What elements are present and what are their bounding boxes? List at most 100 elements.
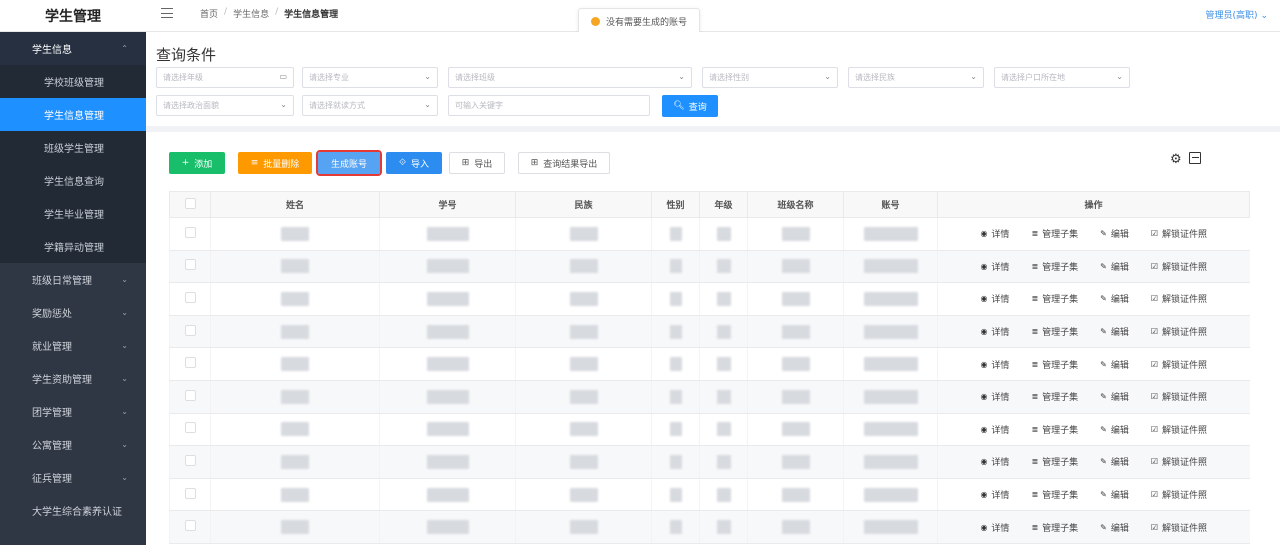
unlock-photo-action[interactable]: ☑ 解锁证件照 [1151,521,1207,534]
edit-action[interactable]: ✎ 编辑 [1100,358,1129,371]
sidebar-group[interactable]: 征兵管理 ⌄ [0,461,146,494]
table-row[interactable]: ◉ 详情 ≣ 管理子集 ✎ 编辑 ☑ 解锁证件照 [169,250,1250,284]
details-action[interactable]: ◉ 详情 [980,488,1009,501]
row-checkbox[interactable] [184,357,196,369]
manage-subset-action[interactable]: ≣ 管理子集 [1031,521,1078,534]
details-action[interactable]: ◉ 详情 [980,423,1009,436]
column-header-grade[interactable]: 年级 [699,191,748,218]
manage-subset-action[interactable]: ≣ 管理子集 [1031,455,1078,468]
table-row[interactable]: ◉ 详情 ≣ 管理子集 ✎ 编辑 ☑ 解锁证件照 [169,445,1250,479]
batch-delete-button[interactable]: ≡ 批量删除 [238,152,312,174]
import-button[interactable]: ⟐ 导入 [386,152,442,174]
details-action[interactable]: ◉ 详情 [980,390,1009,403]
edit-action[interactable]: ✎ 编辑 [1100,390,1129,403]
details-action[interactable]: ◉ 详情 [980,358,1009,371]
export-results-button[interactable]: ⊞ 查询结果导出 [518,152,610,174]
filter-dropdown[interactable]: 请选择班级 ⌄ [448,67,692,88]
unlock-photo-action[interactable]: ☑ 解锁证件照 [1151,260,1207,273]
details-action[interactable]: ◉ 详情 [980,260,1009,273]
unlock-photo-action[interactable]: ☑ 解锁证件照 [1151,325,1207,338]
filter-dropdown[interactable]: 请选择户口所在地 ⌄ [994,67,1130,88]
filter-dropdown[interactable]: 请选择性别 ⌄ [702,67,838,88]
details-action[interactable]: ◉ 详情 [980,521,1009,534]
details-action[interactable]: ◉ 详情 [980,292,1009,305]
unlock-photo-action[interactable]: ☑ 解锁证件照 [1151,292,1207,305]
sidebar-item[interactable]: 学校班级管理 [0,65,146,98]
generate-account-button[interactable]: 生成账号 [316,150,382,176]
sidebar-item[interactable]: 学籍异动管理 [0,230,146,263]
row-checkbox[interactable] [184,520,196,532]
unlock-photo-action[interactable]: ☑ 解锁证件照 [1151,227,1207,240]
column-header-student-id[interactable]: 学号 [379,191,516,218]
row-checkbox[interactable] [184,291,196,303]
filter-dropdown[interactable]: 请选择年级 ▭ [156,67,294,88]
breadcrumb-student-info[interactable]: 学生信息 [233,7,269,20]
sidebar-group[interactable]: 公寓管理 ⌄ [0,428,146,461]
row-checkbox[interactable] [184,389,196,401]
unlock-photo-action[interactable]: ☑ 解锁证件照 [1151,390,1207,403]
export-button[interactable]: ⊞ 导出 [449,152,505,174]
table-row[interactable]: ◉ 详情 ≣ 管理子集 ✎ 编辑 ☑ 解锁证件照 [169,282,1250,316]
details-action[interactable]: ◉ 详情 [980,325,1009,338]
table-row[interactable]: ◉ 详情 ≣ 管理子集 ✎ 编辑 ☑ 解锁证件照 [169,380,1250,414]
manage-subset-action[interactable]: ≣ 管理子集 [1031,390,1078,403]
sidebar-item[interactable]: 学生信息查询 [0,164,146,197]
manage-subset-action[interactable]: ≣ 管理子集 [1031,260,1078,273]
sidebar-item[interactable]: 班级学生管理 [0,131,146,164]
table-row[interactable]: ◉ 详情 ≣ 管理子集 ✎ 编辑 ☑ 解锁证件照 [169,510,1250,544]
table-row[interactable]: ◉ 详情 ≣ 管理子集 ✎ 编辑 ☑ 解锁证件照 [169,413,1250,447]
menu-toggle-icon[interactable] [160,6,174,20]
fullscreen-exit-icon[interactable] [1189,152,1201,164]
search-button[interactable]: 🔍︎ 查询 [662,95,718,117]
keyword-input[interactable]: 可输入关键字 [448,95,650,116]
column-header-name[interactable]: 姓名 [210,191,380,218]
unlock-photo-action[interactable]: ☑ 解锁证件照 [1151,488,1207,501]
sidebar-item[interactable]: 学生信息管理 [0,98,146,131]
column-header-gender[interactable]: 性别 [651,191,700,218]
table-row[interactable]: ◉ 详情 ≣ 管理子集 ✎ 编辑 ☑ 解锁证件照 [169,478,1250,512]
sidebar-group[interactable]: 大学生综合素养认证 [0,494,146,527]
row-checkbox[interactable] [184,259,196,271]
details-action[interactable]: ◉ 详情 [980,227,1009,240]
breadcrumb-home[interactable]: 首页 [200,7,218,20]
manage-subset-action[interactable]: ≣ 管理子集 [1031,423,1078,436]
manage-subset-action[interactable]: ≣ 管理子集 [1031,488,1078,501]
sidebar-group[interactable]: 学生信息 ⌃ [0,32,146,65]
unlock-photo-action[interactable]: ☑ 解锁证件照 [1151,358,1207,371]
column-header-ethnicity[interactable]: 民族 [515,191,652,218]
row-checkbox[interactable] [184,454,196,466]
table-row[interactable]: ◉ 详情 ≣ 管理子集 ✎ 编辑 ☑ 解锁证件照 [169,315,1250,349]
edit-action[interactable]: ✎ 编辑 [1100,455,1129,468]
unlock-photo-action[interactable]: ☑ 解锁证件照 [1151,423,1207,436]
filter-dropdown[interactable]: 请选择专业 ⌄ [302,67,438,88]
sidebar-group[interactable]: 班级日常管理 ⌄ [0,263,146,296]
edit-action[interactable]: ✎ 编辑 [1100,260,1129,273]
table-row[interactable]: ◉ 详情 ≣ 管理子集 ✎ 编辑 ☑ 解锁证件照 [169,347,1250,381]
details-action[interactable]: ◉ 详情 [980,455,1009,468]
sidebar-group[interactable]: 团学管理 ⌄ [0,395,146,428]
manage-subset-action[interactable]: ≣ 管理子集 [1031,358,1078,371]
manage-subset-action[interactable]: ≣ 管理子集 [1031,227,1078,240]
edit-action[interactable]: ✎ 编辑 [1100,325,1129,338]
row-checkbox[interactable] [184,422,196,434]
sidebar-group[interactable]: 学生资助管理 ⌄ [0,362,146,395]
sidebar-item[interactable]: 学生毕业管理 [0,197,146,230]
row-checkbox[interactable] [184,487,196,499]
column-header-account[interactable]: 账号 [843,191,938,218]
select-all-checkbox[interactable] [184,197,196,209]
filter-dropdown[interactable]: 请选择就读方式 ⌄ [302,95,438,116]
add-button[interactable]: + 添加 [169,152,225,174]
sidebar-group[interactable]: 就业管理 ⌄ [0,329,146,362]
table-row[interactable]: ◉ 详情 ≣ 管理子集 ✎ 编辑 ☑ 解锁证件照 [169,217,1250,251]
gear-icon[interactable]: ⚙ [1170,152,1182,167]
edit-action[interactable]: ✎ 编辑 [1100,423,1129,436]
row-checkbox[interactable] [184,226,196,238]
row-checkbox[interactable] [184,324,196,336]
user-menu[interactable]: 管理员(高职) ⌄ [1206,8,1268,21]
column-header-class-name[interactable]: 班级名称 [747,191,844,218]
edit-action[interactable]: ✎ 编辑 [1100,521,1129,534]
edit-action[interactable]: ✎ 编辑 [1100,488,1129,501]
manage-subset-action[interactable]: ≣ 管理子集 [1031,292,1078,305]
sidebar-group[interactable]: 奖励惩处 ⌄ [0,296,146,329]
manage-subset-action[interactable]: ≣ 管理子集 [1031,325,1078,338]
